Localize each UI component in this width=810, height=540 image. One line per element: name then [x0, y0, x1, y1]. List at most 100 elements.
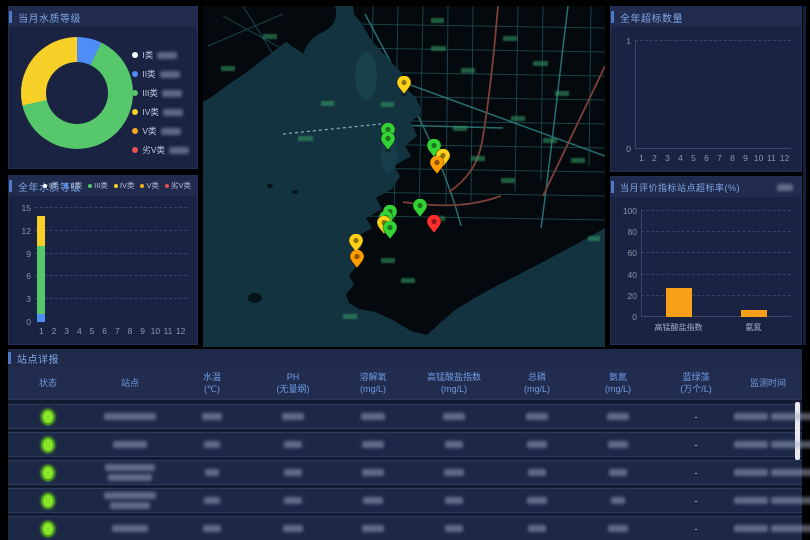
legend-dot-icon — [165, 184, 169, 188]
stack-legend-item[interactable]: IV类 — [114, 180, 135, 191]
table-row[interactable]: - — [8, 460, 802, 485]
algae-value: - — [695, 440, 698, 450]
table-column-header: 蓝绿藻(万个/L) — [658, 372, 734, 394]
table-scrollbar-thumb[interactable] — [795, 402, 800, 460]
redacted-value — [611, 497, 625, 504]
stack-legend-item[interactable]: 劣V类 — [165, 180, 191, 191]
map[interactable] — [203, 6, 605, 347]
value-cell — [578, 525, 658, 532]
x-axis-tick: 6 — [704, 153, 709, 163]
table-column-header: 状态 — [8, 378, 88, 388]
rate-bar-label: 高锰酸盐指数 — [655, 322, 703, 333]
station-cell — [88, 525, 172, 532]
table-row[interactable]: - — [8, 516, 802, 540]
rate-bar[interactable] — [666, 288, 692, 317]
rate-bar[interactable] — [741, 310, 767, 317]
redacted-text — [104, 492, 156, 499]
rate-bar-label: 氨氮 — [746, 322, 762, 333]
redacted-value — [445, 441, 463, 448]
donut-legend-item: IV类 — [132, 106, 189, 118]
value-cell — [412, 497, 496, 504]
donut-chart — [21, 37, 141, 157]
map-pin-green[interactable] — [382, 221, 398, 241]
y-axis-tick: 20 — [628, 291, 641, 301]
column-name: 高锰酸盐指数 — [427, 372, 481, 382]
stack-legend: I类 II类 III类 IV类 V类 劣V类 — [43, 180, 191, 191]
status-ok-icon — [41, 409, 55, 425]
column-name: 水温 — [203, 372, 221, 382]
legend-label: 劣V类 — [171, 180, 191, 191]
stacked-bar-segment[interactable] — [37, 216, 45, 246]
column-name: 蓝绿藻 — [682, 372, 709, 382]
map-pin-red[interactable] — [426, 215, 442, 235]
stack-legend-item[interactable]: I类 — [43, 180, 59, 191]
map-pin-yellow[interactable] — [396, 76, 412, 96]
redacted-value — [528, 469, 546, 476]
x-axis-tick: 11 — [164, 326, 173, 336]
redacted-datetime — [734, 469, 768, 476]
rules-link-redacted[interactable] — [777, 184, 793, 191]
legend-value-redacted — [161, 128, 181, 135]
x-axis-tick: 8 — [128, 326, 133, 336]
stacked-bar-segment[interactable] — [37, 314, 45, 322]
line-chart: 01123456789101112 — [635, 41, 791, 149]
donut-legend: I类II类III类IV类V类劣V类 — [132, 49, 189, 156]
legend-dot-icon — [132, 109, 138, 115]
redacted-value — [205, 469, 219, 476]
map-pin-orange[interactable] — [349, 250, 365, 270]
y-axis-tick: 0 — [626, 144, 635, 154]
algae-value: - — [695, 412, 698, 422]
redacted-value — [204, 441, 220, 448]
y-axis-tick: 15 — [22, 203, 35, 213]
table-body: - - - - - — [8, 400, 802, 540]
stack-legend-item[interactable]: III类 — [88, 180, 108, 191]
x-axis-tick: 9 — [743, 153, 748, 163]
table-row[interactable]: - — [8, 432, 802, 457]
panel-annual-quality: 全年水质等级 I类II类III类IV类V类劣V类 036912151234567… — [8, 175, 198, 345]
value-cell — [496, 441, 578, 448]
column-unit: (℃) — [204, 384, 220, 394]
station-cell — [88, 441, 172, 448]
legend-label: V类 — [146, 180, 159, 191]
right-edge-strip — [803, 6, 806, 345]
redacted-text — [112, 525, 148, 532]
value-cell — [252, 497, 334, 504]
redacted-value — [445, 497, 463, 504]
stack-legend-item[interactable]: II类 — [64, 180, 82, 191]
station-cell — [88, 464, 172, 481]
station-name-redacted — [104, 413, 156, 420]
legend-dot-icon — [132, 52, 138, 58]
panel-annual-exceed-header: 全年超标数量 — [611, 7, 801, 27]
gridline — [35, 230, 187, 231]
map-pin-orange[interactable] — [429, 156, 445, 176]
redacted-value — [363, 497, 383, 504]
column-name: 监测时间 — [750, 378, 786, 388]
panel-monthly-rate-header: 当月评价指标站点超标率(%) — [611, 177, 801, 197]
stack-legend-item[interactable]: V类 — [140, 180, 159, 191]
x-axis-tick: 4 — [678, 153, 683, 163]
redacted-datetime — [734, 525, 768, 532]
value-cell — [334, 441, 412, 448]
value-cell — [412, 525, 496, 532]
x-axis-tick: 9 — [140, 326, 145, 336]
value-cell — [334, 469, 412, 476]
legend-dot-icon — [132, 90, 138, 96]
map-pin-green[interactable] — [380, 132, 396, 152]
table-column-header: 氨氮(mg/L) — [578, 372, 658, 394]
station-name-redacted — [104, 492, 156, 509]
value-cell — [252, 525, 334, 532]
value-cell — [578, 497, 658, 504]
column-unit: (无量纲) — [277, 384, 310, 394]
table-row[interactable]: - — [8, 488, 802, 513]
header-accent — [9, 180, 12, 192]
value-cell — [252, 441, 334, 448]
redacted-datetime — [771, 441, 810, 448]
stacked-bar-segment[interactable] — [37, 246, 45, 314]
table-row[interactable]: - — [8, 404, 802, 429]
redacted-value — [362, 441, 384, 448]
x-axis-tick: 12 — [176, 326, 185, 336]
x-axis-tick: 2 — [52, 326, 57, 336]
value-cell — [252, 469, 334, 476]
redacted-value — [202, 413, 222, 420]
x-axis-tick: 3 — [64, 326, 69, 336]
